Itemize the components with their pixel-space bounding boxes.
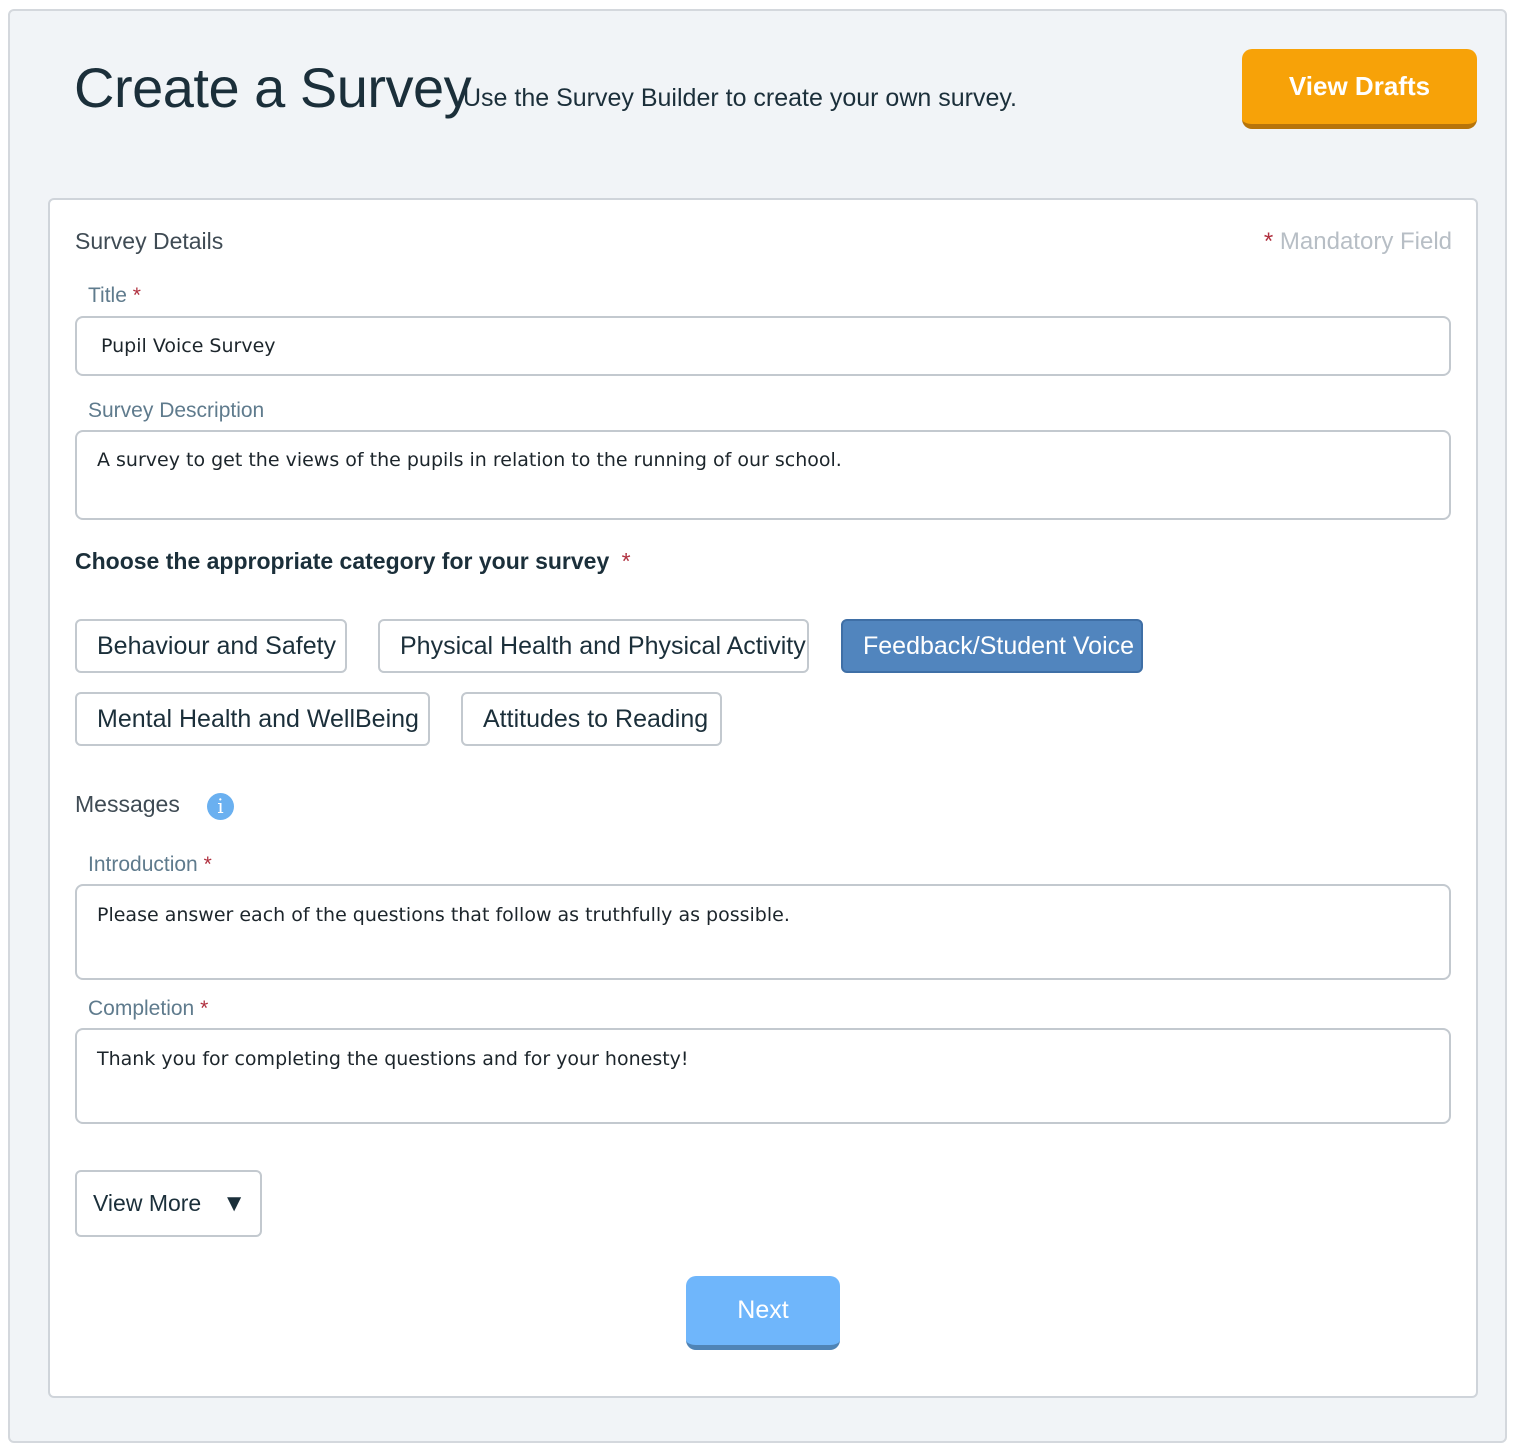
category-heading: Choose the appropriate category for your… <box>75 548 631 575</box>
required-star: * <box>200 997 209 1020</box>
survey-details-card: Survey Details * Mandatory Field Title *… <box>48 198 1478 1398</box>
introduction-label-text: Introduction <box>88 853 198 876</box>
description-textarea[interactable]: A survey to get the views of the pupils … <box>75 430 1451 520</box>
required-star: * <box>203 853 212 876</box>
completion-textarea[interactable]: Thank you for completing the questions a… <box>75 1028 1451 1124</box>
required-star: * <box>132 284 141 307</box>
category-feedback-student-voice[interactable]: Feedback/Student Voice <box>841 619 1143 673</box>
category-mental-health[interactable]: Mental Health and WellBeing <box>75 692 430 746</box>
description-label: Survey Description <box>88 399 265 422</box>
title-input[interactable]: Pupil Voice Survey <box>75 316 1451 376</box>
page-subtitle: Use the Survey Builder to create your ow… <box>463 84 1017 112</box>
completion-label: Completion * <box>88 997 208 1021</box>
page-title: Create a Survey <box>74 56 472 119</box>
view-more-label: View More <box>93 1190 202 1216</box>
introduction-label: Introduction * <box>88 853 212 877</box>
category-behaviour-and-safety[interactable]: Behaviour and Safety <box>75 619 347 673</box>
page-container: Create a Survey Use the Survey Builder t… <box>8 9 1507 1443</box>
required-star: * <box>1263 228 1274 255</box>
info-icon[interactable]: i <box>207 793 234 820</box>
title-label-text: Title <box>88 284 127 307</box>
mandatory-field-note: * Mandatory Field <box>1264 228 1452 256</box>
required-star: * <box>621 548 631 574</box>
messages-label: Messages <box>75 791 180 817</box>
introduction-textarea[interactable]: Please answer each of the questions that… <box>75 884 1451 980</box>
next-button[interactable]: Next <box>686 1276 840 1350</box>
completion-label-text: Completion <box>88 997 195 1020</box>
caret-down-icon: ▼ <box>222 1190 246 1217</box>
section-title: Survey Details <box>75 228 224 254</box>
category-heading-text: Choose the appropriate category for your… <box>75 548 610 574</box>
view-drafts-button[interactable]: View Drafts <box>1242 49 1477 129</box>
category-physical-health[interactable]: Physical Health and Physical Activity <box>378 619 809 673</box>
title-label: Title * <box>88 284 141 308</box>
category-attitudes-to-reading[interactable]: Attitudes to Reading <box>461 692 722 746</box>
mandatory-field-text: Mandatory Field <box>1279 228 1452 255</box>
view-more-button[interactable]: View More ▼ <box>75 1170 262 1237</box>
